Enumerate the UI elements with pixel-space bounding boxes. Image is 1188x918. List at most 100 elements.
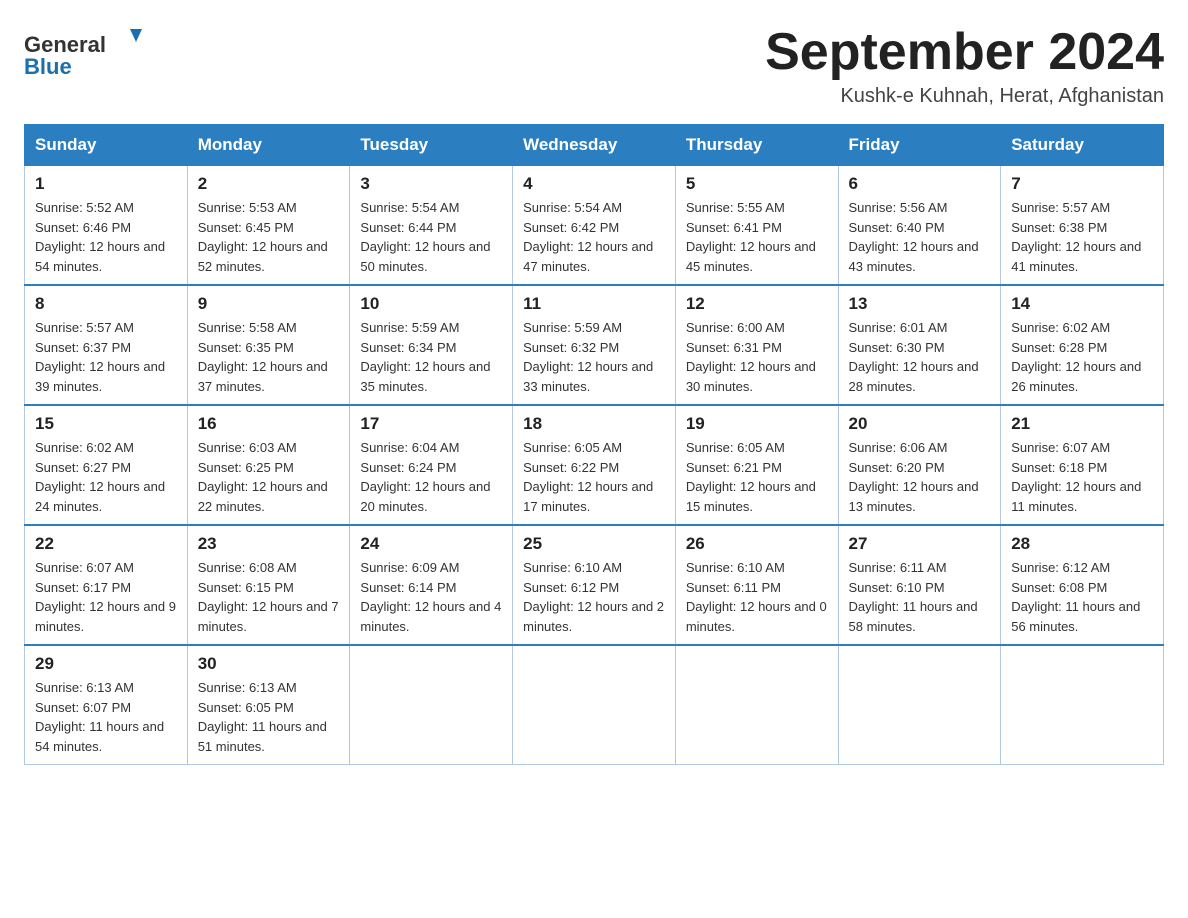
day-info: Sunrise: 5:59 AMSunset: 6:34 PMDaylight:… [360,318,502,396]
day-number: 4 [523,174,665,194]
day-info: Sunrise: 6:02 AMSunset: 6:28 PMDaylight:… [1011,318,1153,396]
calendar-week-4: 22 Sunrise: 6:07 AMSunset: 6:17 PMDayligh… [25,525,1164,645]
day-number: 22 [35,534,177,554]
calendar-cell: 20 Sunrise: 6:06 AMSunset: 6:20 PMDayligh… [838,405,1001,525]
calendar-cell [350,645,513,765]
day-number: 8 [35,294,177,314]
calendar-cell: 13 Sunrise: 6:01 AMSunset: 6:30 PMDayligh… [838,285,1001,405]
day-number: 18 [523,414,665,434]
day-number: 30 [198,654,340,674]
calendar-cell: 2 Sunrise: 5:53 AMSunset: 6:45 PMDaylight… [187,166,350,286]
day-number: 1 [35,174,177,194]
calendar-cell: 5 Sunrise: 5:55 AMSunset: 6:41 PMDaylight… [675,166,838,286]
day-info: Sunrise: 6:10 AMSunset: 6:11 PMDaylight:… [686,558,828,636]
calendar-week-5: 29 Sunrise: 6:13 AMSunset: 6:07 PMDayligh… [25,645,1164,765]
day-info: Sunrise: 6:12 AMSunset: 6:08 PMDaylight:… [1011,558,1153,636]
day-number: 15 [35,414,177,434]
calendar-week-1: 1 Sunrise: 5:52 AMSunset: 6:46 PMDaylight… [25,166,1164,286]
calendar-cell: 22 Sunrise: 6:07 AMSunset: 6:17 PMDayligh… [25,525,188,645]
col-wednesday: Wednesday [513,125,676,166]
day-number: 7 [1011,174,1153,194]
svg-text:Blue: Blue [24,54,72,79]
calendar-cell: 28Sunrise: 6:12 AMSunset: 6:08 PMDayligh… [1001,525,1164,645]
calendar-cell: 25 Sunrise: 6:10 AMSunset: 6:12 PMDayligh… [513,525,676,645]
day-info: Sunrise: 5:54 AMSunset: 6:44 PMDaylight:… [360,198,502,276]
calendar-cell: 7Sunrise: 5:57 AMSunset: 6:38 PMDaylight… [1001,166,1164,286]
day-number: 21 [1011,414,1153,434]
col-friday: Friday [838,125,1001,166]
day-number: 14 [1011,294,1153,314]
calendar-cell: 1 Sunrise: 5:52 AMSunset: 6:46 PMDaylight… [25,166,188,286]
calendar-cell [838,645,1001,765]
day-number: 5 [686,174,828,194]
day-info: Sunrise: 6:13 AMSunset: 6:07 PMDaylight:… [35,678,177,756]
calendar-cell [675,645,838,765]
day-info: Sunrise: 6:08 AMSunset: 6:15 PMDaylight:… [198,558,340,636]
day-info: Sunrise: 6:09 AMSunset: 6:14 PMDaylight:… [360,558,502,636]
calendar-cell: 10 Sunrise: 5:59 AMSunset: 6:34 PMDayligh… [350,285,513,405]
day-number: 13 [849,294,991,314]
day-info: Sunrise: 5:58 AMSunset: 6:35 PMDaylight:… [198,318,340,396]
day-info: Sunrise: 6:05 AMSunset: 6:21 PMDaylight:… [686,438,828,516]
day-info: Sunrise: 6:10 AMSunset: 6:12 PMDaylight:… [523,558,665,636]
day-number: 25 [523,534,665,554]
logo: General Blue [24,24,154,79]
day-number: 29 [35,654,177,674]
calendar-cell: 16Sunrise: 6:03 AMSunset: 6:25 PMDayligh… [187,405,350,525]
calendar-cell: 4 Sunrise: 5:54 AMSunset: 6:42 PMDaylight… [513,166,676,286]
calendar-cell: 19 Sunrise: 6:05 AMSunset: 6:21 PMDayligh… [675,405,838,525]
day-number: 10 [360,294,502,314]
day-info: Sunrise: 6:07 AMSunset: 6:17 PMDaylight:… [35,558,177,636]
day-info: Sunrise: 5:52 AMSunset: 6:46 PMDaylight:… [35,198,177,276]
calendar-cell: 29 Sunrise: 6:13 AMSunset: 6:07 PMDayligh… [25,645,188,765]
calendar-week-2: 8 Sunrise: 5:57 AMSunset: 6:37 PMDaylight… [25,285,1164,405]
day-info: Sunrise: 6:06 AMSunset: 6:20 PMDaylight:… [849,438,991,516]
col-tuesday: Tuesday [350,125,513,166]
calendar-cell: 3Sunrise: 5:54 AMSunset: 6:44 PMDaylight… [350,166,513,286]
title-block: September 2024 Kushk-e Kuhnah, Herat, Af… [765,24,1164,108]
day-number: 2 [198,174,340,194]
calendar-cell: 17 Sunrise: 6:04 AMSunset: 6:24 PMDayligh… [350,405,513,525]
day-info: Sunrise: 6:02 AMSunset: 6:27 PMDaylight:… [35,438,177,516]
calendar-cell: 27 Sunrise: 6:11 AMSunset: 6:10 PMDayligh… [838,525,1001,645]
day-info: Sunrise: 6:11 AMSunset: 6:10 PMDaylight:… [849,558,991,636]
calendar-header-row: Sunday Monday Tuesday Wednesday Thursday… [25,125,1164,166]
day-number: 11 [523,294,665,314]
calendar-cell: 15 Sunrise: 6:02 AMSunset: 6:27 PMDayligh… [25,405,188,525]
day-number: 24 [360,534,502,554]
location-subtitle: Kushk-e Kuhnah, Herat, Afghanistan [765,85,1164,108]
day-info: Sunrise: 6:13 AMSunset: 6:05 PMDaylight:… [198,678,340,756]
day-info: Sunrise: 5:55 AMSunset: 6:41 PMDaylight:… [686,198,828,276]
calendar-cell: 12Sunrise: 6:00 AMSunset: 6:31 PMDayligh… [675,285,838,405]
day-info: Sunrise: 5:53 AMSunset: 6:45 PMDaylight:… [198,198,340,276]
calendar-cell: 24 Sunrise: 6:09 AMSunset: 6:14 PMDayligh… [350,525,513,645]
day-number: 12 [686,294,828,314]
day-info: Sunrise: 6:04 AMSunset: 6:24 PMDaylight:… [360,438,502,516]
calendar-cell: 11 Sunrise: 5:59 AMSunset: 6:32 PMDayligh… [513,285,676,405]
calendar-body: 1 Sunrise: 5:52 AMSunset: 6:46 PMDaylight… [25,166,1164,765]
col-sunday: Sunday [25,125,188,166]
calendar-cell [513,645,676,765]
calendar-cell: 14 Sunrise: 6:02 AMSunset: 6:28 PMDayligh… [1001,285,1164,405]
day-number: 23 [198,534,340,554]
day-info: Sunrise: 6:01 AMSunset: 6:30 PMDaylight:… [849,318,991,396]
day-number: 16 [198,414,340,434]
day-info: Sunrise: 5:57 AMSunset: 6:37 PMDaylight:… [35,318,177,396]
day-number: 26 [686,534,828,554]
day-info: Sunrise: 5:54 AMSunset: 6:42 PMDaylight:… [523,198,665,276]
day-info: Sunrise: 6:07 AMSunset: 6:18 PMDaylight:… [1011,438,1153,516]
day-number: 19 [686,414,828,434]
day-number: 27 [849,534,991,554]
day-number: 6 [849,174,991,194]
calendar-cell: 18Sunrise: 6:05 AMSunset: 6:22 PMDayligh… [513,405,676,525]
day-number: 17 [360,414,502,434]
col-monday: Monday [187,125,350,166]
calendar-cell [1001,645,1164,765]
calendar-cell: 8 Sunrise: 5:57 AMSunset: 6:37 PMDaylight… [25,285,188,405]
day-info: Sunrise: 5:59 AMSunset: 6:32 PMDaylight:… [523,318,665,396]
calendar-table: Sunday Monday Tuesday Wednesday Thursday… [24,124,1164,765]
col-saturday: Saturday [1001,125,1164,166]
col-thursday: Thursday [675,125,838,166]
day-number: 20 [849,414,991,434]
calendar-week-3: 15 Sunrise: 6:02 AMSunset: 6:27 PMDayligh… [25,405,1164,525]
